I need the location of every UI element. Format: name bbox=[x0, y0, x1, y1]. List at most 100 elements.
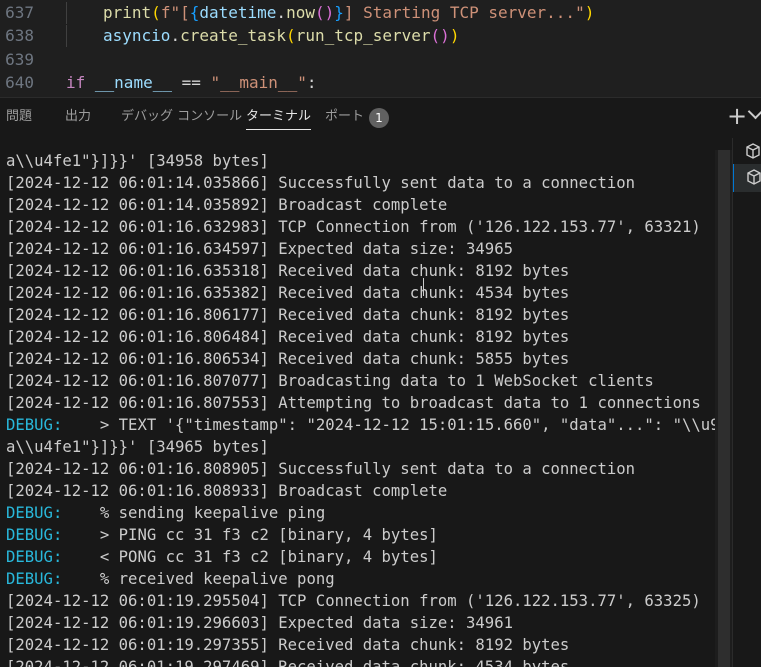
log-text: [2024-12-12 06:01:16.635318] Received da… bbox=[6, 262, 570, 280]
code-token: { bbox=[189, 3, 200, 22]
debug-log-line: DEBUG: < PONG cc 31 f3 c2 [binary, 4 byt… bbox=[0, 546, 715, 568]
tab-terminal[interactable]: ターミナル bbox=[246, 98, 312, 130]
log-line: [2024-12-12 06:01:16.806534] Received da… bbox=[0, 348, 715, 370]
debug-tag: DEBUG: bbox=[6, 416, 63, 434]
log-text: [2024-12-12 06:01:16.807553] Attempting … bbox=[6, 394, 701, 412]
log-line: [2024-12-12 06:01:16.807077] Broadcastin… bbox=[0, 370, 715, 392]
code-token: print bbox=[103, 3, 152, 22]
code-token: ( bbox=[151, 3, 161, 22]
code-line[interactable]: 639 bbox=[0, 49, 761, 71]
bottom-panel: 問題 出力 デバッグ コンソール ターミナル ポート 1 + a\\u4fe1"… bbox=[0, 97, 761, 667]
log-line: [2024-12-12 06:01:19.297469] Received da… bbox=[0, 656, 715, 667]
log-text: [2024-12-12 06:01:14.035892] Broadcast c… bbox=[6, 196, 448, 214]
indent-guide bbox=[66, 25, 67, 47]
chevron-down-icon[interactable] bbox=[747, 103, 761, 120]
log-line: [2024-12-12 06:01:16.632983] TCP Connect… bbox=[0, 216, 715, 238]
code-token: } bbox=[334, 3, 344, 22]
tab-debug-console[interactable]: デバッグ コンソール bbox=[121, 98, 242, 136]
terminal-list bbox=[732, 138, 761, 667]
terminal-output[interactable]: a\\u4fe1"}]}}' [34958 bytes] [2024-12-12 … bbox=[0, 150, 715, 667]
cube-icon bbox=[747, 169, 761, 185]
terminal-list-item[interactable] bbox=[733, 138, 761, 166]
log-line: [2024-12-12 06:01:16.635318] Received da… bbox=[0, 260, 715, 282]
text-cursor bbox=[423, 278, 424, 296]
code-token: asyncio bbox=[103, 26, 171, 45]
log-line: [2024-12-12 06:01:16.808933] Broadcast c… bbox=[0, 480, 715, 502]
terminal-list-item-selected[interactable] bbox=[733, 164, 761, 192]
log-text: [2024-12-12 06:01:14.035866] Successfull… bbox=[6, 174, 636, 192]
line-number: 638 bbox=[5, 26, 34, 45]
log-line: [2024-12-12 06:01:19.295504] TCP Connect… bbox=[0, 590, 715, 612]
code-line[interactable]: 640 if __name__ == "__main__": bbox=[0, 72, 761, 94]
code-editor[interactable]: 637 print(f"[{datetime.now()}] Starting T… bbox=[0, 0, 761, 97]
code-token: ] Starting TCP server..." bbox=[343, 3, 585, 22]
log-line: [2024-12-12 06:01:16.807553] Attempting … bbox=[0, 392, 715, 414]
cube-icon bbox=[746, 143, 760, 159]
log-text: > TEXT '{"timestamp": "2024-12-12 15:01:… bbox=[62, 416, 715, 434]
log-line: [2024-12-12 06:01:14.035892] Broadcast c… bbox=[0, 194, 715, 216]
code-line[interactable]: 638 asyncio.create_task(run_tcp_server()) bbox=[0, 25, 761, 47]
log-line: [2024-12-12 06:01:16.634597] Expected da… bbox=[0, 238, 715, 260]
log-text: [2024-12-12 06:01:16.635382] Received da… bbox=[6, 284, 570, 302]
log-text: [2024-12-12 06:01:16.808933] Broadcast c… bbox=[6, 482, 448, 500]
debug-log-line: DEBUG: > PING cc 31 f3 c2 [binary, 4 byt… bbox=[0, 524, 715, 546]
log-text: > PING cc 31 f3 c2 [binary, 4 bytes] bbox=[62, 526, 438, 544]
log-text: [2024-12-12 06:01:19.297355] Received da… bbox=[6, 636, 570, 654]
debug-log-line: DEBUG: % received keepalive pong bbox=[0, 568, 715, 590]
code-token: : bbox=[306, 73, 317, 92]
log-text: < PONG cc 31 f3 c2 [binary, 4 bytes] bbox=[62, 548, 438, 566]
code-token: . bbox=[276, 3, 287, 22]
debug-tag: DEBUG: bbox=[6, 526, 63, 544]
code-token: () bbox=[430, 26, 450, 45]
log-line: [2024-12-12 06:01:14.035866] Successfull… bbox=[0, 172, 715, 194]
debug-tag: DEBUG: bbox=[6, 504, 63, 522]
tab-ports[interactable]: ポート bbox=[325, 98, 364, 136]
code-token: f"[ bbox=[160, 3, 190, 22]
code-token: datetime bbox=[199, 3, 277, 22]
log-line: [2024-12-12 06:01:16.806484] Received da… bbox=[0, 326, 715, 348]
code-token: __name__ bbox=[94, 73, 172, 92]
indent-guide bbox=[66, 2, 67, 24]
line-number: 637 bbox=[5, 3, 34, 22]
log-text: [2024-12-12 06:01:16.807077] Broadcastin… bbox=[6, 372, 654, 390]
log-text: [2024-12-12 06:01:16.634597] Expected da… bbox=[6, 240, 513, 258]
log-line: [2024-12-12 06:01:16.808905] Successfull… bbox=[0, 458, 715, 480]
log-text: a\\u4fe1"}]}}' [34965 bytes] bbox=[6, 438, 269, 456]
code-line[interactable]: 637 print(f"[{datetime.now()}] Starting T… bbox=[0, 2, 761, 24]
debug-tag: DEBUG: bbox=[6, 570, 63, 588]
log-text: [2024-12-12 06:01:16.806534] Received da… bbox=[6, 350, 570, 368]
log-text: [2024-12-12 06:01:16.632983] TCP Connect… bbox=[6, 218, 701, 236]
log-line: a\\u4fe1"}]}}' [34965 bytes] bbox=[0, 436, 715, 458]
log-line: a\\u4fe1"}]}}' [34958 bytes] bbox=[0, 150, 715, 172]
code-token: () bbox=[314, 3, 335, 22]
plus-icon[interactable]: + bbox=[727, 102, 747, 130]
code-token: . bbox=[170, 26, 181, 45]
code-token: create_task bbox=[180, 26, 287, 45]
log-line: [2024-12-12 06:01:19.296603] Expected da… bbox=[0, 612, 715, 634]
code-token: == bbox=[171, 73, 211, 92]
tab-problems[interactable]: 問題 bbox=[6, 98, 32, 136]
code-token: ) bbox=[584, 3, 595, 22]
log-text: % sending keepalive ping bbox=[62, 504, 326, 522]
log-text: [2024-12-12 06:01:19.296603] Expected da… bbox=[6, 614, 513, 632]
code-token: ( bbox=[286, 26, 296, 45]
log-text: a\\u4fe1"}]}}' [34958 bytes] bbox=[6, 152, 269, 170]
panel-tab-bar: 問題 出力 デバッグ コンソール ターミナル ポート 1 + bbox=[0, 98, 761, 138]
terminal-scrollbar[interactable] bbox=[715, 150, 732, 667]
debug-tag: DEBUG: bbox=[6, 548, 63, 566]
log-text: % received keepalive pong bbox=[62, 570, 335, 588]
code-token: "__main__" bbox=[210, 73, 307, 92]
debug-log-line: DEBUG: % sending keepalive ping bbox=[0, 502, 715, 524]
code-token: now bbox=[286, 3, 315, 22]
ports-count-badge: 1 bbox=[369, 108, 389, 128]
line-number: 639 bbox=[5, 50, 34, 69]
log-text: [2024-12-12 06:01:19.295504] TCP Connect… bbox=[6, 592, 701, 610]
log-line: [2024-12-12 06:01:19.297355] Received da… bbox=[0, 634, 715, 656]
tab-output[interactable]: 出力 bbox=[65, 98, 91, 136]
log-line: [2024-12-12 06:01:16.806177] Received da… bbox=[0, 304, 715, 326]
code-token: run_tcp_server bbox=[295, 26, 431, 45]
log-text: [2024-12-12 06:01:16.806177] Received da… bbox=[6, 306, 570, 324]
code-token: ) bbox=[449, 26, 460, 45]
code-token: if bbox=[66, 73, 95, 92]
scrollbar-thumb[interactable] bbox=[718, 150, 730, 667]
